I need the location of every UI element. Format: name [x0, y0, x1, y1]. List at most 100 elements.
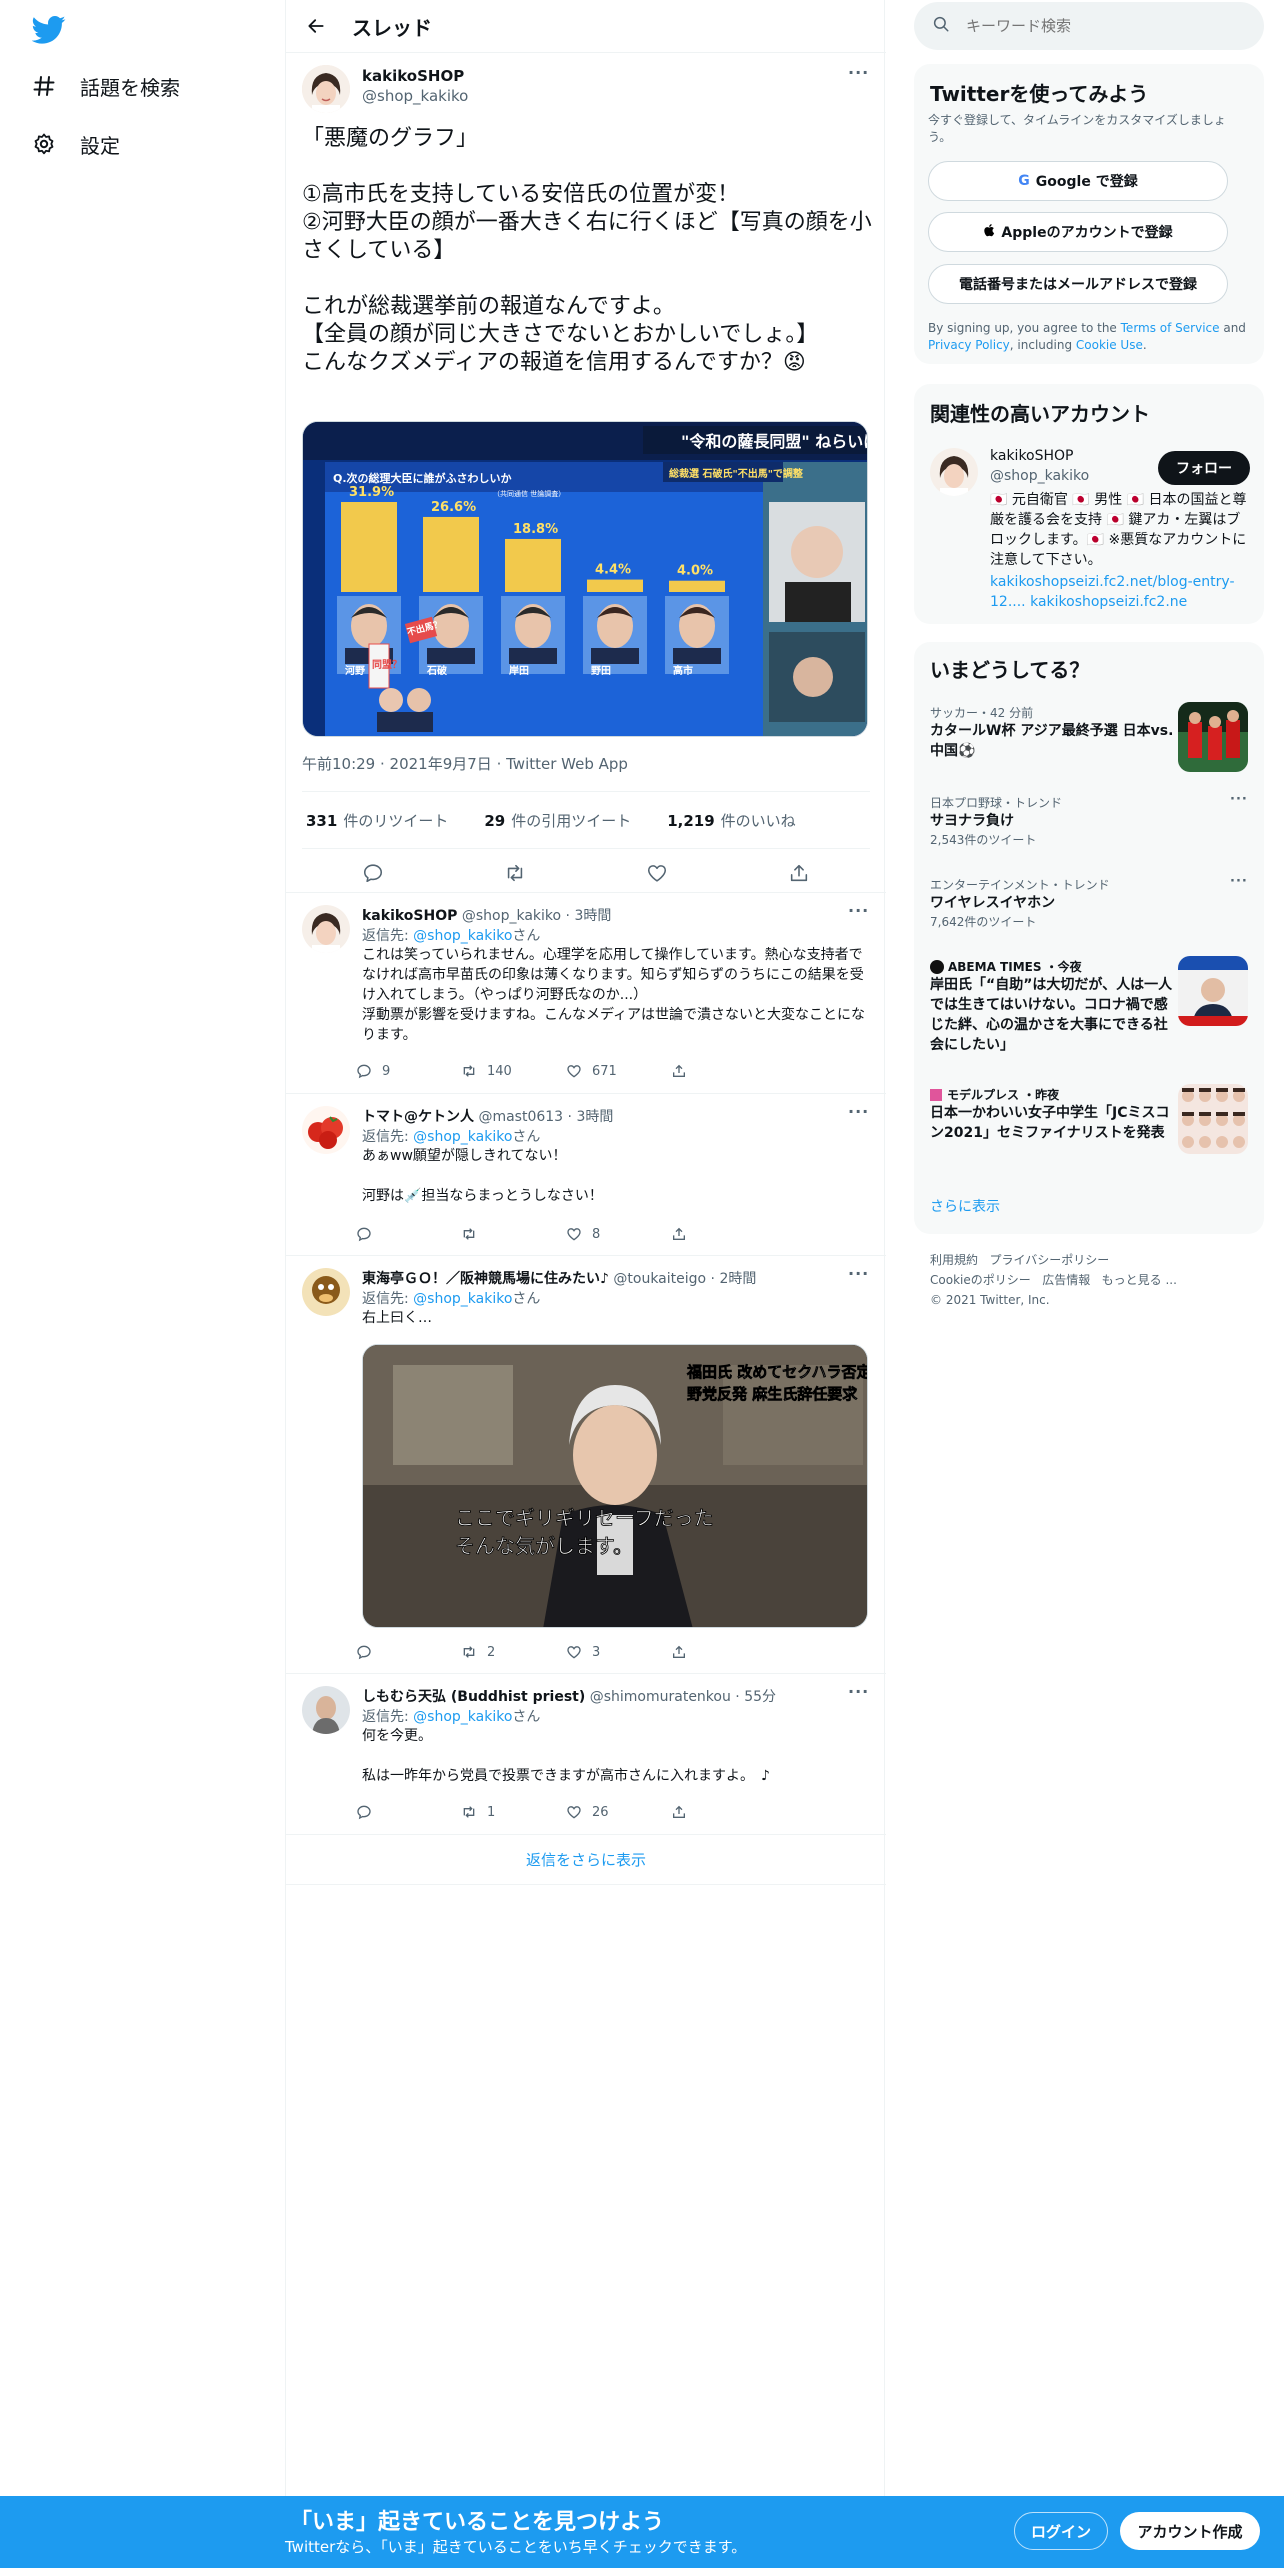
reply-to-link[interactable]: @shop_kakiko — [413, 1129, 512, 1145]
trends-show-more-link[interactable]: さらに表示 — [930, 1196, 1000, 1216]
retweet-count[interactable]: 331 件のリツイート — [306, 810, 448, 831]
reply-author-name[interactable]: しもむら天弘 (Buddhist priest) — [362, 1689, 585, 1705]
reply-avatar[interactable] — [302, 1106, 350, 1154]
reply-tweet[interactable]: しもむら天弘 (Buddhist priest) @shimomuratenko… — [286, 1674, 886, 1835]
like-button[interactable]: 26 — [566, 1804, 671, 1820]
like-count[interactable]: 1,219 件のいいね — [667, 810, 795, 831]
reply-button[interactable] — [356, 1644, 461, 1660]
bar-5 — [669, 580, 725, 592]
reply-time[interactable]: 3時間 — [576, 1109, 613, 1125]
footer-more-link[interactable]: もっと見る ... — [1102, 1273, 1177, 1287]
trend-item[interactable]: 日本プロ野球・トレンド サヨナラ負け 2,543件のツイート — [930, 794, 1250, 848]
avatar[interactable] — [302, 65, 350, 113]
trend-item[interactable]: エンターテインメント・トレンド ワイヤレスイヤホン 7,642件のツイート — [930, 876, 1250, 930]
share-button[interactable] — [671, 1804, 776, 1820]
reply-author-handle[interactable]: @shop_kakiko — [462, 908, 561, 924]
related-handle[interactable]: @shop_kakiko — [990, 468, 1089, 484]
thread-header: スレッド — [286, 0, 886, 53]
nav-settings[interactable]: 設定 — [30, 124, 120, 164]
reply-author-name[interactable]: 東海亭ＧＯ！／阪神競馬場に住みたい♪ — [362, 1271, 609, 1287]
more-options-icon[interactable]: ··· — [848, 901, 869, 920]
related-avatar[interactable] — [930, 448, 978, 496]
twitter-logo-icon[interactable] — [31, 12, 72, 46]
more-options-icon[interactable]: ··· — [848, 1682, 869, 1701]
retweet-button[interactable]: 2 — [461, 1644, 566, 1660]
like-icon[interactable] — [639, 855, 675, 891]
back-arrow-icon[interactable] — [302, 12, 330, 40]
reply-author-handle[interactable]: @shimomuratenkou — [590, 1689, 731, 1705]
like-button[interactable]: 671 — [566, 1063, 671, 1079]
reply-avatar[interactable] — [302, 1686, 350, 1734]
search-box[interactable] — [914, 2, 1264, 50]
reply-author-handle[interactable]: @toukaiteigo — [613, 1271, 706, 1287]
retweet-button[interactable]: 1 — [461, 1804, 566, 1820]
reply-author-name[interactable]: kakikoSHOP — [362, 908, 457, 924]
terms-link[interactable]: Terms of Service — [1121, 321, 1220, 335]
trend-category: エンターテインメント・トレンド — [930, 878, 1110, 892]
reply-button[interactable]: 9 — [356, 1063, 461, 1079]
tweet-date[interactable]: 2021年9月7日 — [390, 755, 492, 773]
reply-time[interactable]: 2時間 — [719, 1271, 756, 1287]
share-icon[interactable] — [781, 855, 817, 891]
reply-tweet[interactable]: kakikoSHOP @shop_kakiko · 3時間 ··· 返信先: @… — [286, 893, 886, 1094]
trend-more-icon[interactable]: ··· — [1230, 792, 1248, 807]
trend-thumbnail[interactable] — [1178, 956, 1248, 1026]
login-button[interactable]: ログイン — [1014, 2512, 1108, 2550]
apple-signup-button[interactable]: Appleのアカウントで登録 — [928, 212, 1228, 252]
phone-email-signup-button[interactable]: 電話番号またはメールアドレスで登録 — [928, 264, 1228, 304]
reply-avatar[interactable] — [302, 905, 350, 953]
tweet-source: Twitter Web App — [506, 755, 628, 773]
reply-icon[interactable] — [355, 855, 391, 891]
quote-count[interactable]: 29 件の引用ツイート — [484, 810, 631, 831]
more-options-icon[interactable]: ··· — [848, 63, 869, 82]
privacy-link[interactable]: Privacy Policy — [928, 338, 1010, 352]
cookie-link[interactable]: Cookie Use — [1076, 338, 1143, 352]
like-button[interactable]: 3 — [566, 1644, 671, 1660]
retweet-icon[interactable] — [497, 855, 533, 891]
google-signup-button[interactable]: G Google で登録 — [928, 161, 1228, 201]
search-input[interactable] — [966, 17, 1226, 35]
author-handle[interactable]: @shop_kakiko — [362, 87, 468, 105]
trend-title: 岸田氏「“自助”は大切だが、人は一人では生きてはいけない。コロナ禍で感じた絆、心… — [930, 977, 1173, 1053]
signup-button[interactable]: アカウント作成 — [1120, 2512, 1260, 2550]
trend-thumbnail[interactable] — [1178, 702, 1248, 772]
reply-time[interactable]: 3時間 — [574, 908, 611, 924]
reply-media[interactable]: 福田氏 改めてセクハラ否定 野党反発 麻生氏辞任要求 ここでギリギリセーフだった… — [362, 1344, 868, 1628]
like-button[interactable]: 8 — [566, 1226, 671, 1242]
share-button[interactable] — [671, 1644, 776, 1660]
reply-button[interactable] — [356, 1804, 461, 1820]
footer-cookie-link[interactable]: Cookieのポリシー — [930, 1273, 1031, 1287]
retweet-button[interactable] — [461, 1226, 566, 1242]
trend-more-icon[interactable]: ··· — [1230, 874, 1248, 889]
nav-explore[interactable]: 話題を検索 — [30, 66, 180, 106]
footer-ads-link[interactable]: 広告情報 — [1042, 1273, 1090, 1287]
retweet-button[interactable]: 140 — [461, 1063, 566, 1079]
more-options-icon[interactable]: ··· — [848, 1264, 869, 1283]
reply-to-link[interactable]: @shop_kakiko — [413, 1709, 512, 1725]
related-name[interactable]: kakikoSHOP — [990, 448, 1074, 464]
author-name[interactable]: kakikoSHOP — [362, 67, 464, 85]
share-button[interactable] — [671, 1226, 776, 1242]
reply-button[interactable] — [356, 1226, 461, 1242]
related-link-2[interactable]: kakikoshopseizi.fc2.ne — [1030, 594, 1187, 610]
trend-thumbnail[interactable] — [1178, 1084, 1248, 1154]
share-button[interactable] — [671, 1063, 776, 1079]
tweet-media[interactable]: "令和の薩長同盟" ねらいは？ 総裁選 石破氏"不出馬"で調整 Q.次の総理大臣… — [302, 421, 868, 737]
reply-author-name[interactable]: トマト@ケトン人 — [362, 1109, 474, 1125]
reply-tweet[interactable]: トマト@ケトン人 @mast0613 · 3時間 ··· 返信先: @shop_… — [286, 1094, 886, 1256]
reply-to-line: 返信先: @shop_kakikoさん — [362, 928, 541, 944]
footer-terms-link[interactable]: 利用規約 — [930, 1253, 978, 1267]
reply-time[interactable]: 55分 — [744, 1689, 776, 1705]
show-more-replies-link[interactable]: 返信をさらに表示 — [286, 1835, 886, 1885]
reply-to-link[interactable]: @shop_kakiko — [413, 928, 512, 944]
footer-privacy-link[interactable]: プライバシーポリシー — [989, 1253, 1109, 1267]
reply-avatar[interactable] — [302, 1268, 350, 1316]
trends-title: いまどうしてる？ — [930, 658, 1090, 682]
candidate-suit — [509, 648, 557, 664]
reply-tweet[interactable]: 東海亭ＧＯ！／阪神競馬場に住みたい♪ @toukaiteigo · 2時間 ··… — [286, 1256, 886, 1674]
follow-button[interactable]: フォロー — [1158, 451, 1250, 485]
tweet-time[interactable]: 午前10:29 — [302, 755, 375, 773]
reply-to-link[interactable]: @shop_kakiko — [413, 1291, 512, 1307]
more-options-icon[interactable]: ··· — [848, 1102, 869, 1121]
reply-author-handle[interactable]: @mast0613 — [478, 1109, 563, 1125]
